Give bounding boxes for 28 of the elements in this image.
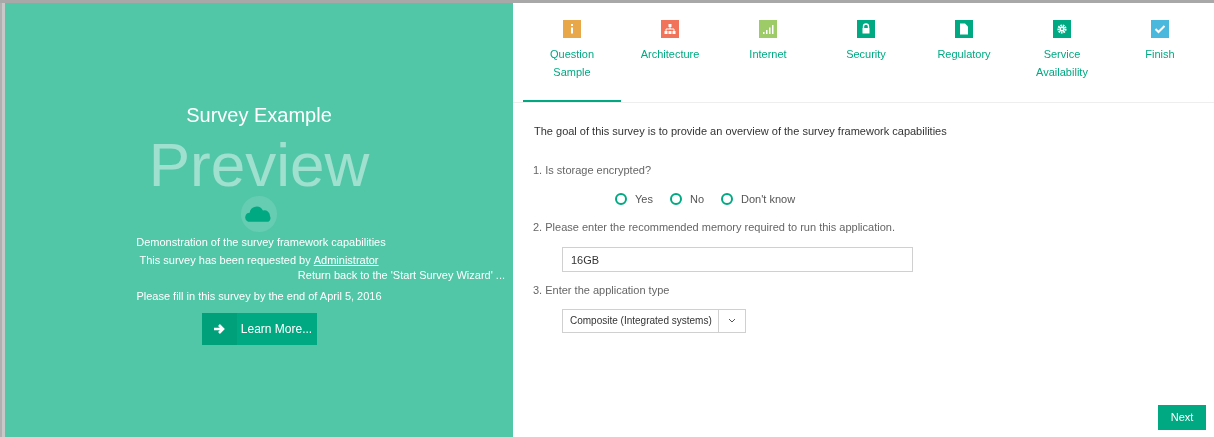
learn-more-button[interactable]: Learn More...: [201, 313, 317, 345]
deadline-text: Please fill in this survey by the end of April 5, 2016: [136, 288, 382, 304]
step-tab[interactable]: Security: [817, 3, 915, 102]
preview-label: Preview: [148, 136, 370, 194]
radio-option[interactable]: No: [669, 191, 704, 208]
memory-input-field[interactable]: 16GB: [562, 247, 913, 272]
return-link[interactable]: Return back to the 'Start Survey Wizard' ...: [297, 267, 505, 284]
survey-title: Survey Example: [186, 103, 332, 128]
cloud-icon: [241, 196, 277, 232]
step-tab[interactable]: Architecture: [621, 3, 719, 102]
step-tab[interactable]: Internet: [719, 3, 817, 102]
survey-description: Demonstration of the survey framework capabilities: [136, 235, 386, 250]
question-label: 2. Please enter the recommended memory required to run this application.: [533, 219, 896, 235]
radio-option[interactable]: Don't know: [721, 191, 796, 208]
next-button[interactable]: Next: [1158, 405, 1206, 430]
administrator-link[interactable]: Administrator: [313, 251, 379, 268]
step-tab[interactable]: Question Sample: [523, 3, 621, 102]
survey-goal-text: The goal of this survey is to provide an overview of the survey framework capabilities: [534, 124, 948, 139]
application-type-dropdown[interactable]: Composite (Integrated systems): [562, 308, 746, 333]
chevron-down-icon: [728, 318, 736, 323]
requested-by-text: This survey has been requested by: [139, 252, 311, 268]
arrow-right-icon: [213, 323, 225, 335]
radio-option[interactable]: Yes: [615, 191, 653, 208]
step-tab[interactable]: Regulatory: [915, 3, 1013, 102]
question-label: 1. Is storage encrypted?: [533, 162, 652, 178]
question-label: 3. Enter the application type: [533, 283, 671, 298]
step-tab[interactable]: Service Availability: [1013, 3, 1111, 102]
step-tab[interactable]: Finish: [1111, 3, 1209, 102]
